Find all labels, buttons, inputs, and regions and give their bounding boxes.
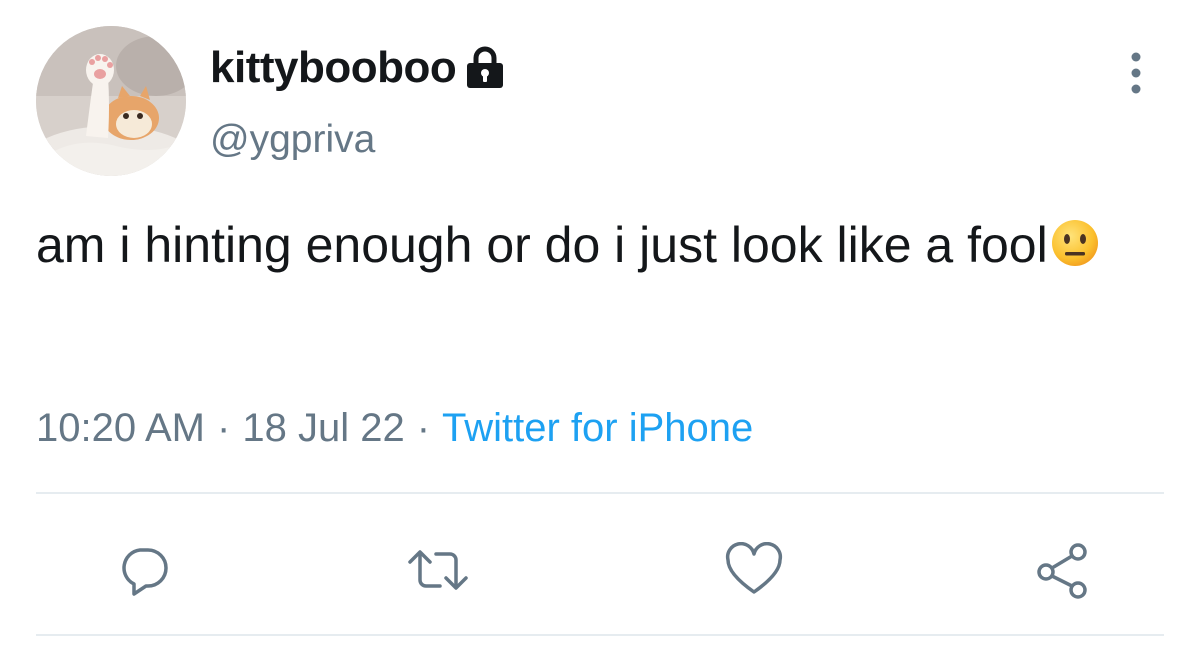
avatar-cat-photo (36, 26, 186, 176)
more-vertical-icon[interactable] (1118, 48, 1154, 98)
retweet-icon (408, 550, 468, 590)
user-handle[interactable]: @ygpriva (210, 118, 375, 162)
lock-icon (464, 46, 506, 90)
reply-icon (122, 548, 168, 596)
like-icon (725, 542, 783, 594)
display-name[interactable]: kittybooboo (210, 43, 457, 93)
tweet-text: am i hinting enough or do i just look li… (36, 210, 1156, 280)
tweet-source-link[interactable]: Twitter for iPhone (442, 406, 753, 450)
share-button[interactable] (1030, 538, 1094, 602)
share-icon (1037, 543, 1087, 599)
tweet-time[interactable]: 10:20 AM (36, 406, 205, 450)
tweet-meta: 10:20 AM · 18 Jul 22 · Twitter for iPhone (36, 406, 753, 451)
tweet-date[interactable]: 18 Jul 22 (242, 406, 404, 450)
separator-dot: · (416, 406, 431, 450)
retweet-button[interactable] (406, 538, 470, 602)
divider (36, 492, 1164, 494)
avatar[interactable] (36, 26, 186, 176)
tweet-body: am i hinting enough or do i just look li… (36, 217, 1048, 273)
reply-button[interactable] (112, 538, 176, 602)
neutral-face-emoji (1050, 216, 1100, 266)
divider (36, 634, 1164, 636)
like-button[interactable] (722, 538, 786, 602)
user-name-row: kittybooboo (210, 40, 506, 96)
separator-dot: · (217, 406, 231, 450)
